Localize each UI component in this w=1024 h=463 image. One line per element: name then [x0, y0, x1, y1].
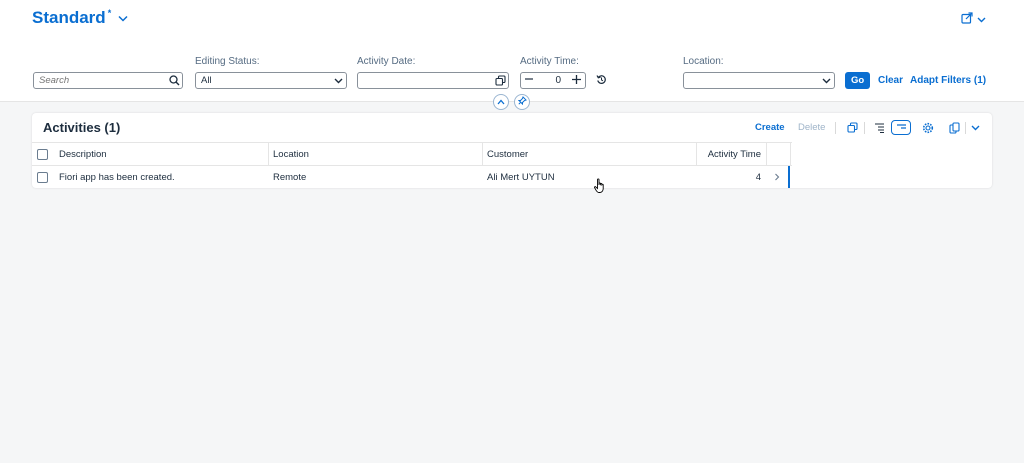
chevron-down-icon[interactable] [968, 120, 982, 135]
column-separator [268, 143, 269, 165]
collapse-rows-icon[interactable] [891, 120, 911, 135]
cell-customer: Ali Mert UYTUN [487, 171, 555, 183]
activity-time-value[interactable]: 0 [534, 75, 571, 86]
variant-title: Standard [32, 8, 106, 27]
pin-header-button[interactable] [514, 94, 530, 110]
variant-modified-marker: * [107, 8, 112, 18]
export-icon[interactable] [946, 120, 964, 135]
activities-table-card: Activities (1) Create Delete Description… [32, 113, 992, 188]
column-header-description[interactable]: Description [59, 143, 107, 165]
plus-icon[interactable] [571, 74, 582, 88]
minus-icon[interactable] [524, 74, 534, 87]
variant-selector[interactable]: Standard * [32, 8, 128, 28]
filter-bar: Standard * Editing Status: All Activity … [0, 0, 1024, 102]
row-checkbox[interactable] [37, 166, 48, 188]
select-all-checkbox[interactable] [37, 143, 48, 165]
create-button[interactable]: Create [755, 122, 785, 133]
activity-date-label: Activity Date: [357, 56, 416, 67]
chevron-down-icon [118, 13, 128, 23]
hand-cursor-icon [594, 178, 606, 197]
clear-button[interactable]: Clear [878, 75, 903, 86]
row-navigation-indicator [788, 166, 790, 188]
chevron-down-icon [330, 73, 346, 88]
toolbar-separator [965, 122, 966, 134]
activity-time-stepper[interactable]: 0 [520, 72, 586, 89]
column-separator [482, 143, 483, 165]
search-input[interactable] [34, 75, 166, 86]
column-header-customer[interactable]: Customer [487, 143, 528, 165]
collapse-header-button[interactable] [493, 94, 509, 110]
editing-status-select[interactable]: All [195, 72, 347, 89]
activity-date-input[interactable] [357, 72, 509, 89]
cell-location: Remote [273, 171, 307, 183]
activity-time-label: Activity Time: [520, 56, 579, 67]
search-icon[interactable] [166, 73, 182, 88]
chevron-up-icon [497, 96, 505, 108]
table-row[interactable]: Fiori app has been created. Remote Ali M… [32, 166, 792, 188]
copy-icon[interactable] [843, 120, 861, 135]
reset-icon[interactable] [596, 74, 607, 88]
chevron-right-icon[interactable] [774, 166, 780, 188]
table-header-row: Description Location Customer Activity T… [32, 142, 792, 166]
editing-status-label: Editing Status: [195, 56, 260, 67]
cell-activity-time: 4 [755, 171, 761, 183]
adapt-filters-button[interactable]: Adapt Filters (1) [910, 75, 986, 86]
column-header-location[interactable]: Location [273, 143, 309, 165]
table-right-edge [790, 142, 791, 166]
location-select[interactable] [683, 72, 835, 89]
settings-icon[interactable] [919, 120, 937, 135]
pin-icon [517, 96, 527, 108]
toolbar-separator [864, 122, 865, 134]
share-button[interactable] [961, 12, 986, 27]
delete-button[interactable]: Delete [798, 122, 825, 133]
cell-description: Fiori app has been created. [59, 171, 175, 183]
calendar-icon[interactable] [492, 73, 508, 88]
share-icon [961, 12, 973, 27]
go-button[interactable]: Go [845, 72, 871, 89]
expand-rows-icon[interactable] [870, 120, 888, 135]
table-title: Activities (1) [43, 120, 121, 135]
toolbar-separator [835, 122, 836, 134]
chevron-down-icon [977, 14, 986, 26]
column-separator [766, 143, 767, 165]
editing-status-value: All [201, 75, 212, 86]
chevron-down-icon [818, 73, 834, 88]
search-field [33, 72, 183, 89]
location-label: Location: [683, 56, 724, 67]
column-header-activity-time[interactable]: Activity Time [696, 143, 761, 165]
